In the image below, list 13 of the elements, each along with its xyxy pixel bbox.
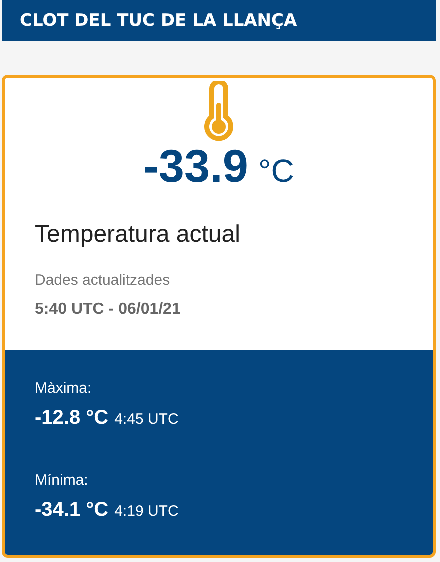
extreme-time: 4:19 UTC [114, 503, 179, 520]
temperature-unit: °C [258, 153, 294, 190]
extreme-time: 4:45 UTC [114, 411, 179, 428]
updated-label: Dades actualitzades [35, 272, 172, 289]
extreme-label: Màxima: [35, 380, 93, 397]
thermometer-icon [204, 81, 234, 143]
current-temperature: -33.9 [144, 139, 248, 193]
extreme-value: -12.8 °C [35, 407, 109, 430]
station-title: CLOT DEL TUC DE LA LLANÇA [20, 10, 298, 30]
extreme-label: Mínima: [35, 472, 90, 489]
current-label: Temperatura actual [35, 221, 242, 249]
extreme-value: -34.1 °C [35, 499, 109, 522]
updated-time: 5:40 UTC - 06/01/21 [35, 301, 182, 319]
